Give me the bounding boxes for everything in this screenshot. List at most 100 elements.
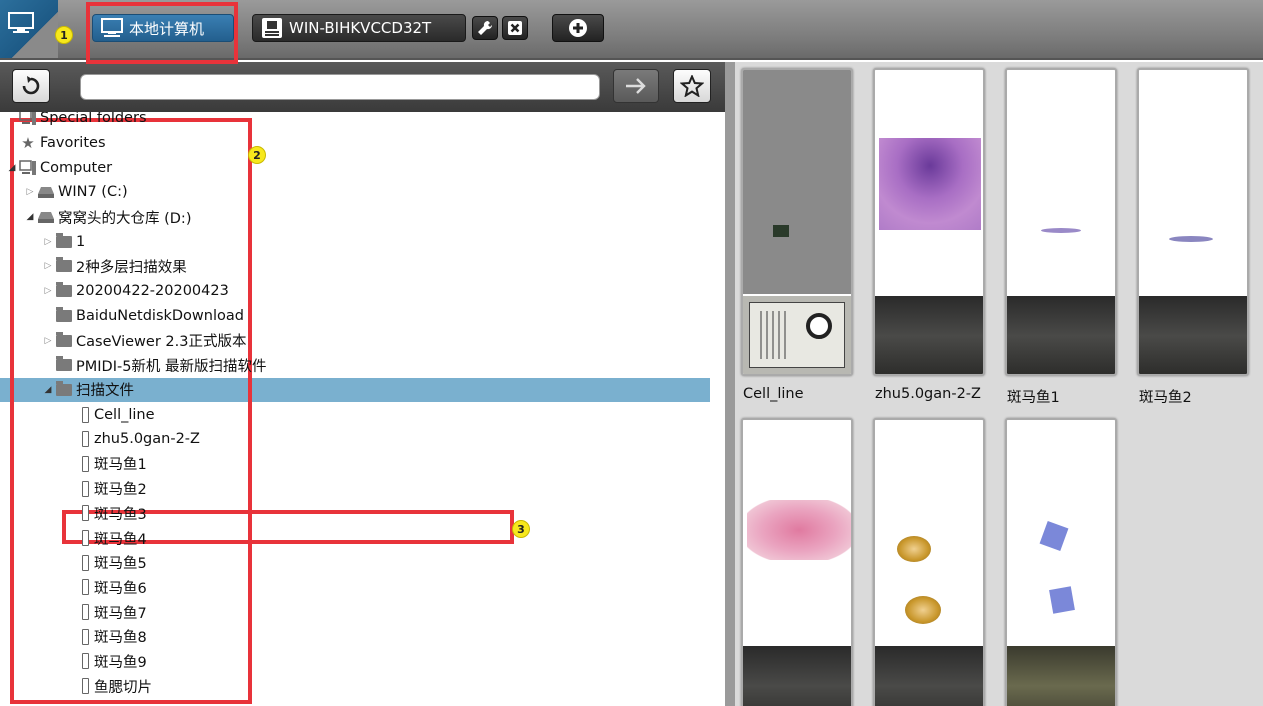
folder-open-icon — [54, 380, 74, 398]
computer-icon — [18, 159, 38, 176]
tree-item-label: 斑马鱼9 — [94, 654, 147, 671]
slide-preview — [1007, 70, 1115, 294]
thumbnail-caption: Cell_line — [743, 386, 804, 402]
thumbnail-card[interactable] — [741, 418, 853, 706]
annotation-badge-3: 3 — [512, 520, 530, 538]
slide-icon — [78, 653, 92, 670]
slide-label-image — [875, 646, 983, 706]
collapse-arrow-icon[interactable]: ▷ — [42, 261, 54, 271]
slide-label-image — [743, 646, 851, 706]
tree-item-slide[interactable]: 鱼腮切片 — [0, 674, 725, 699]
slide-icon — [78, 455, 92, 472]
slide-icon — [78, 604, 92, 621]
slide-preview — [875, 70, 983, 294]
expand-arrow-icon[interactable]: ◢ — [24, 212, 36, 222]
tree-item-slide[interactable]: 斑马鱼2 — [0, 476, 725, 501]
tab-remote-computer[interactable]: WIN-BIHKVCCD32T — [252, 14, 466, 42]
thumbnail-card[interactable] — [873, 68, 985, 376]
slide-icon — [78, 554, 92, 571]
tree-item-label: 斑马鱼2 — [94, 482, 147, 499]
tree-item-label: 斑马鱼1 — [94, 457, 147, 474]
favorite-button[interactable] — [673, 69, 711, 103]
star-icon — [680, 75, 704, 97]
expand-arrow-icon[interactable]: ◢ — [6, 163, 18, 173]
tree-item-label: 斑马鱼8 — [94, 630, 147, 647]
panel-splitter[interactable] — [725, 62, 735, 706]
tree-item-label: WIN7 (C:) — [58, 184, 128, 201]
slide-icon — [78, 406, 92, 423]
folder-icon — [54, 257, 74, 274]
tree-item-label: 窝窝头的大仓库 (D:) — [58, 210, 192, 227]
slide-preview — [1007, 420, 1115, 644]
slide-preview — [743, 420, 851, 644]
settings-button[interactable] — [472, 16, 498, 40]
slide-icon — [78, 579, 92, 596]
highlight-box-tab — [86, 2, 238, 64]
wrench-icon — [478, 20, 493, 35]
refresh-button[interactable] — [12, 69, 50, 103]
tree-item-scan-files[interactable]: ◢ 扫描文件 — [0, 377, 725, 403]
tree-item-folder[interactable]: ▷ 2种多层扫描效果 — [0, 254, 725, 279]
thumbnail-card[interactable] — [1137, 68, 1249, 376]
thumbnail-card[interactable] — [741, 68, 853, 376]
slide-icon — [78, 480, 92, 497]
slide-label-image — [875, 296, 983, 374]
drive-icon — [36, 184, 56, 200]
tree-item-label: 扫描文件 — [76, 383, 134, 400]
thumbnail-card[interactable] — [873, 418, 985, 706]
tree-item-label: 20200422-20200423 — [76, 283, 229, 300]
add-tab-button[interactable] — [552, 14, 604, 42]
star-icon: ★ — [21, 134, 35, 153]
tree-item-folder[interactable]: ▷ CaseViewer 2.3正式版本 — [0, 328, 725, 353]
slide-icon — [78, 628, 92, 645]
tree-item-slide[interactable]: 斑马鱼6 — [0, 575, 725, 600]
thumbnail-caption: 斑马鱼1 — [1007, 390, 1060, 406]
tab-label: WIN-BIHKVCCD32T — [289, 19, 432, 37]
tree-item-label: 2种多层扫描效果 — [76, 259, 187, 276]
folder-icon — [54, 282, 74, 299]
monitor-icon — [8, 12, 34, 33]
folder-icon — [54, 232, 74, 250]
slide-label-image — [743, 296, 851, 374]
annotation-badge-2: 2 — [248, 146, 266, 164]
path-input[interactable] — [80, 74, 600, 100]
go-button[interactable] — [613, 69, 659, 103]
address-bar — [0, 62, 725, 112]
slide-icon — [78, 530, 92, 547]
refresh-icon — [22, 76, 40, 95]
tree-item-label: 斑马鱼4 — [94, 531, 147, 548]
slide-preview — [743, 70, 851, 294]
tree-item-slide[interactable]: 斑马鱼5 — [0, 550, 725, 575]
arrow-right-icon — [626, 78, 646, 94]
home-monitor-button[interactable] — [0, 0, 58, 58]
tree-item-label: 斑马鱼6 — [94, 580, 147, 597]
tree-item-label: Special folders — [40, 112, 147, 127]
thumbnail-panel: Cell_line zhu5.0gan-2-Z 斑马鱼1 斑马鱼2 — [735, 62, 1263, 706]
tree-item-label: CaseViewer 2.3正式版本 — [76, 334, 247, 351]
tree-item-slide[interactable]: 斑马鱼8 — [0, 624, 725, 649]
tree-item-folder[interactable]: PMIDI-5新机 最新版扫描软件 — [0, 353, 725, 378]
tree-item-label: 1 — [76, 233, 86, 250]
slide-label-image — [1139, 296, 1247, 374]
collapse-arrow-icon[interactable]: ▷ — [24, 187, 36, 197]
computer-icon — [18, 112, 38, 126]
collapse-arrow-icon[interactable]: ▷ — [42, 286, 54, 296]
plus-circle-icon — [569, 19, 587, 37]
collapse-arrow-icon[interactable]: ▷ — [42, 237, 54, 247]
tree-item-slide[interactable]: 斑马鱼9 — [0, 649, 725, 674]
collapse-arrow-icon[interactable]: ▷ — [42, 336, 54, 346]
slide-preview — [1139, 70, 1247, 294]
tree-item-drive-d[interactable]: ◢ 窝窝头的大仓库 (D:) — [0, 205, 725, 230]
thumbnail-card[interactable] — [1005, 418, 1117, 706]
expand-arrow-icon[interactable]: ◢ — [42, 385, 54, 395]
thumbnail-caption: zhu5.0gan-2-Z — [875, 386, 981, 402]
tree-item-label: PMIDI-5新机 最新版扫描软件 — [76, 358, 267, 375]
close-tab-button[interactable] — [502, 16, 528, 40]
tree-item-label: Cell_line — [94, 406, 155, 423]
tree-item-label: 斑马鱼5 — [94, 556, 147, 573]
slide-label-image — [1007, 646, 1115, 706]
tree-item-slide[interactable]: 斑马鱼7 — [0, 600, 725, 625]
thumbnail-card[interactable] — [1005, 68, 1117, 376]
tree-item-slide[interactable]: 斑马鱼1 — [0, 452, 725, 477]
tree-item-label: 斑马鱼3 — [94, 506, 147, 523]
